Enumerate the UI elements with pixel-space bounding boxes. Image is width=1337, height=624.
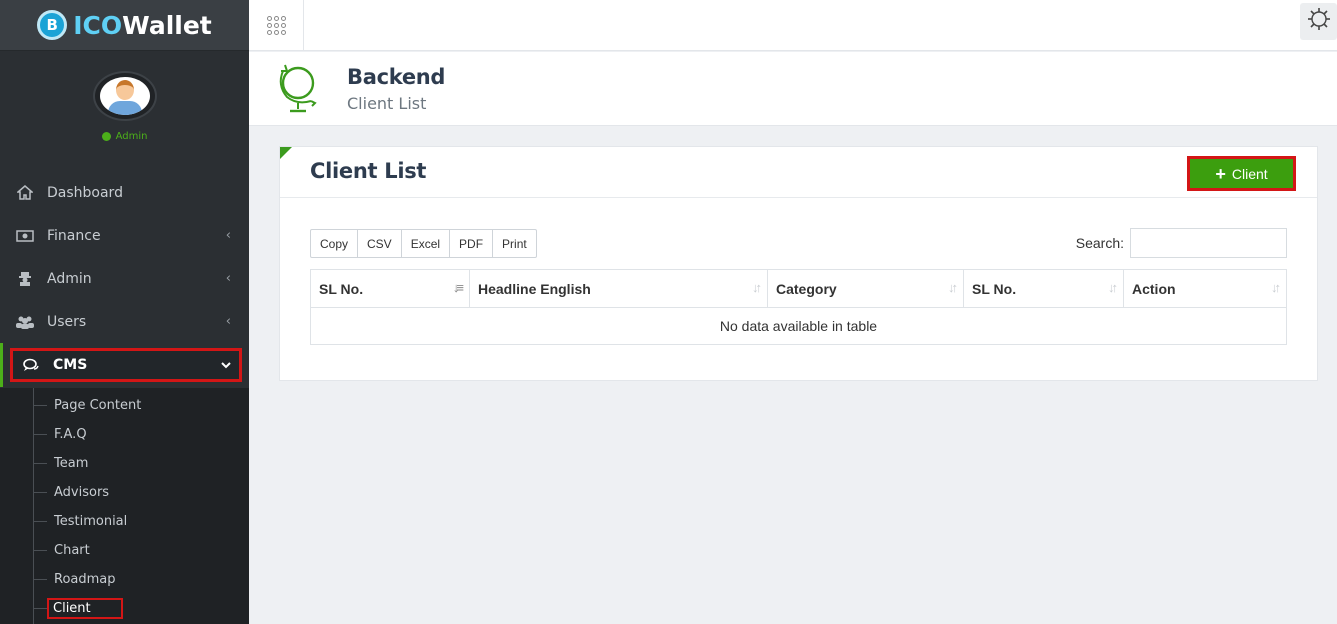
column-header-action[interactable]: Action ↓↑: [1123, 269, 1287, 308]
card-title: Client List: [310, 159, 427, 183]
sidebar: B ICOWallet Admin Dashboard Finance ‹ Ad…: [0, 0, 249, 624]
chevron-left-icon: ‹: [225, 314, 231, 329]
plus-icon: +: [1215, 163, 1226, 184]
card-header: Client List + Client: [280, 147, 1317, 198]
sort-icon: ↓↑: [1271, 280, 1281, 295]
sidebar-item-label: Users: [47, 313, 87, 330]
sidebar-item-admin[interactable]: Admin ‹: [0, 257, 249, 300]
comments-icon: [20, 358, 42, 372]
submenu-item-faq[interactable]: F.A.Q: [0, 420, 249, 449]
money-icon: [14, 229, 36, 242]
client-list-card: Client List + Client Copy CSV Excel PDF …: [279, 146, 1318, 381]
cms-submenu: Page Content F.A.Q Team Advisors Testimo…: [0, 388, 249, 624]
pdf-button[interactable]: PDF: [449, 229, 494, 258]
table-row: No data available in table: [310, 307, 1287, 345]
page-subtitle: Client List: [347, 94, 427, 113]
coin-icon: B: [37, 10, 68, 40]
topbar: [249, 0, 1337, 51]
search-input[interactable]: [1130, 228, 1287, 258]
csv-button[interactable]: CSV: [357, 229, 402, 258]
submenu-item-chart[interactable]: Chart: [0, 536, 249, 565]
table-header-row: SL No. ↓≡ Headline English ↓↑ Category ↓↑ S…: [310, 269, 1287, 308]
avatar[interactable]: [92, 71, 157, 121]
submenu-item-page-content[interactable]: Page Content: [0, 391, 249, 420]
page-header: Backend Client List: [249, 52, 1337, 126]
sidebar-item-label: CMS: [53, 357, 88, 373]
online-dot-icon: [101, 132, 111, 141]
profile-panel: Admin: [0, 51, 249, 151]
sidebar-item-label: Dashboard: [47, 184, 123, 201]
search-label: Search:: [1075, 235, 1124, 251]
sidebar-item-cms[interactable]: CMS: [10, 348, 242, 382]
brand-bar: B ICOWallet: [0, 0, 249, 51]
user-secret-icon: [14, 271, 36, 286]
submenu-item-roadmap[interactable]: Roadmap: [0, 565, 249, 594]
excel-button[interactable]: Excel: [400, 229, 451, 258]
column-header-sl-no[interactable]: SL No. ↓≡: [310, 269, 470, 308]
add-client-button[interactable]: + Client: [1187, 156, 1296, 191]
sidebar-item-label: Admin: [47, 270, 92, 287]
apps-menu-button[interactable]: [249, 0, 304, 51]
sort-icon: ↓↑: [1108, 280, 1118, 295]
home-icon: [14, 185, 36, 200]
brand-name-part1: ICO: [73, 10, 123, 40]
column-header-category[interactable]: Category ↓↑: [767, 269, 964, 308]
sort-icon: ↓↑: [948, 280, 958, 295]
column-header-sl-no-2[interactable]: SL No. ↓↑: [963, 269, 1124, 308]
page-title: Backend: [347, 65, 446, 89]
apps-grid-icon: [266, 16, 286, 35]
export-toolbar: Copy CSV Excel PDF Print: [310, 229, 537, 258]
settings-button[interactable]: [1300, 3, 1337, 40]
add-client-label: Client: [1231, 165, 1268, 182]
gear-icon: [1307, 7, 1331, 37]
client-table: SL No. ↓≡ Headline English ↓↑ Category ↓↑ S…: [310, 269, 1287, 345]
online-status: Admin: [101, 131, 148, 142]
sidebar-item-label: Finance: [47, 227, 101, 244]
copy-button[interactable]: Copy: [310, 229, 359, 258]
table-search: Search:: [1076, 228, 1287, 258]
globe-icon: [275, 61, 321, 115]
empty-table-message: No data available in table: [310, 307, 1287, 345]
submenu-item-testimonial[interactable]: Testimonial: [0, 507, 249, 536]
sidebar-item-users[interactable]: Users ‹: [0, 300, 249, 343]
chevron-down-icon: [221, 358, 231, 373]
chevron-left-icon: ‹: [225, 271, 231, 286]
submenu-item-client[interactable]: Client: [0, 594, 249, 623]
brand-name-part2: Wallet: [122, 10, 212, 40]
status-label: Admin: [115, 131, 148, 142]
submenu-item-team[interactable]: Team: [0, 449, 249, 478]
sidebar-item-finance[interactable]: Finance ‹: [0, 214, 249, 257]
submenu-item-advisors[interactable]: Advisors: [0, 478, 249, 507]
sort-asc-icon: ↓≡: [452, 280, 464, 295]
sidebar-nav: Dashboard Finance ‹ Admin ‹ Users ‹ CMS: [0, 171, 249, 387]
users-icon: [14, 315, 36, 329]
sidebar-item-dashboard[interactable]: Dashboard: [0, 171, 249, 214]
sort-icon: ↓↑: [752, 280, 762, 295]
chevron-left-icon: ‹: [225, 228, 231, 243]
column-header-headline-english[interactable]: Headline English ↓↑: [469, 269, 768, 308]
brand-logo[interactable]: B ICOWallet: [37, 10, 212, 40]
print-button[interactable]: Print: [492, 229, 537, 258]
